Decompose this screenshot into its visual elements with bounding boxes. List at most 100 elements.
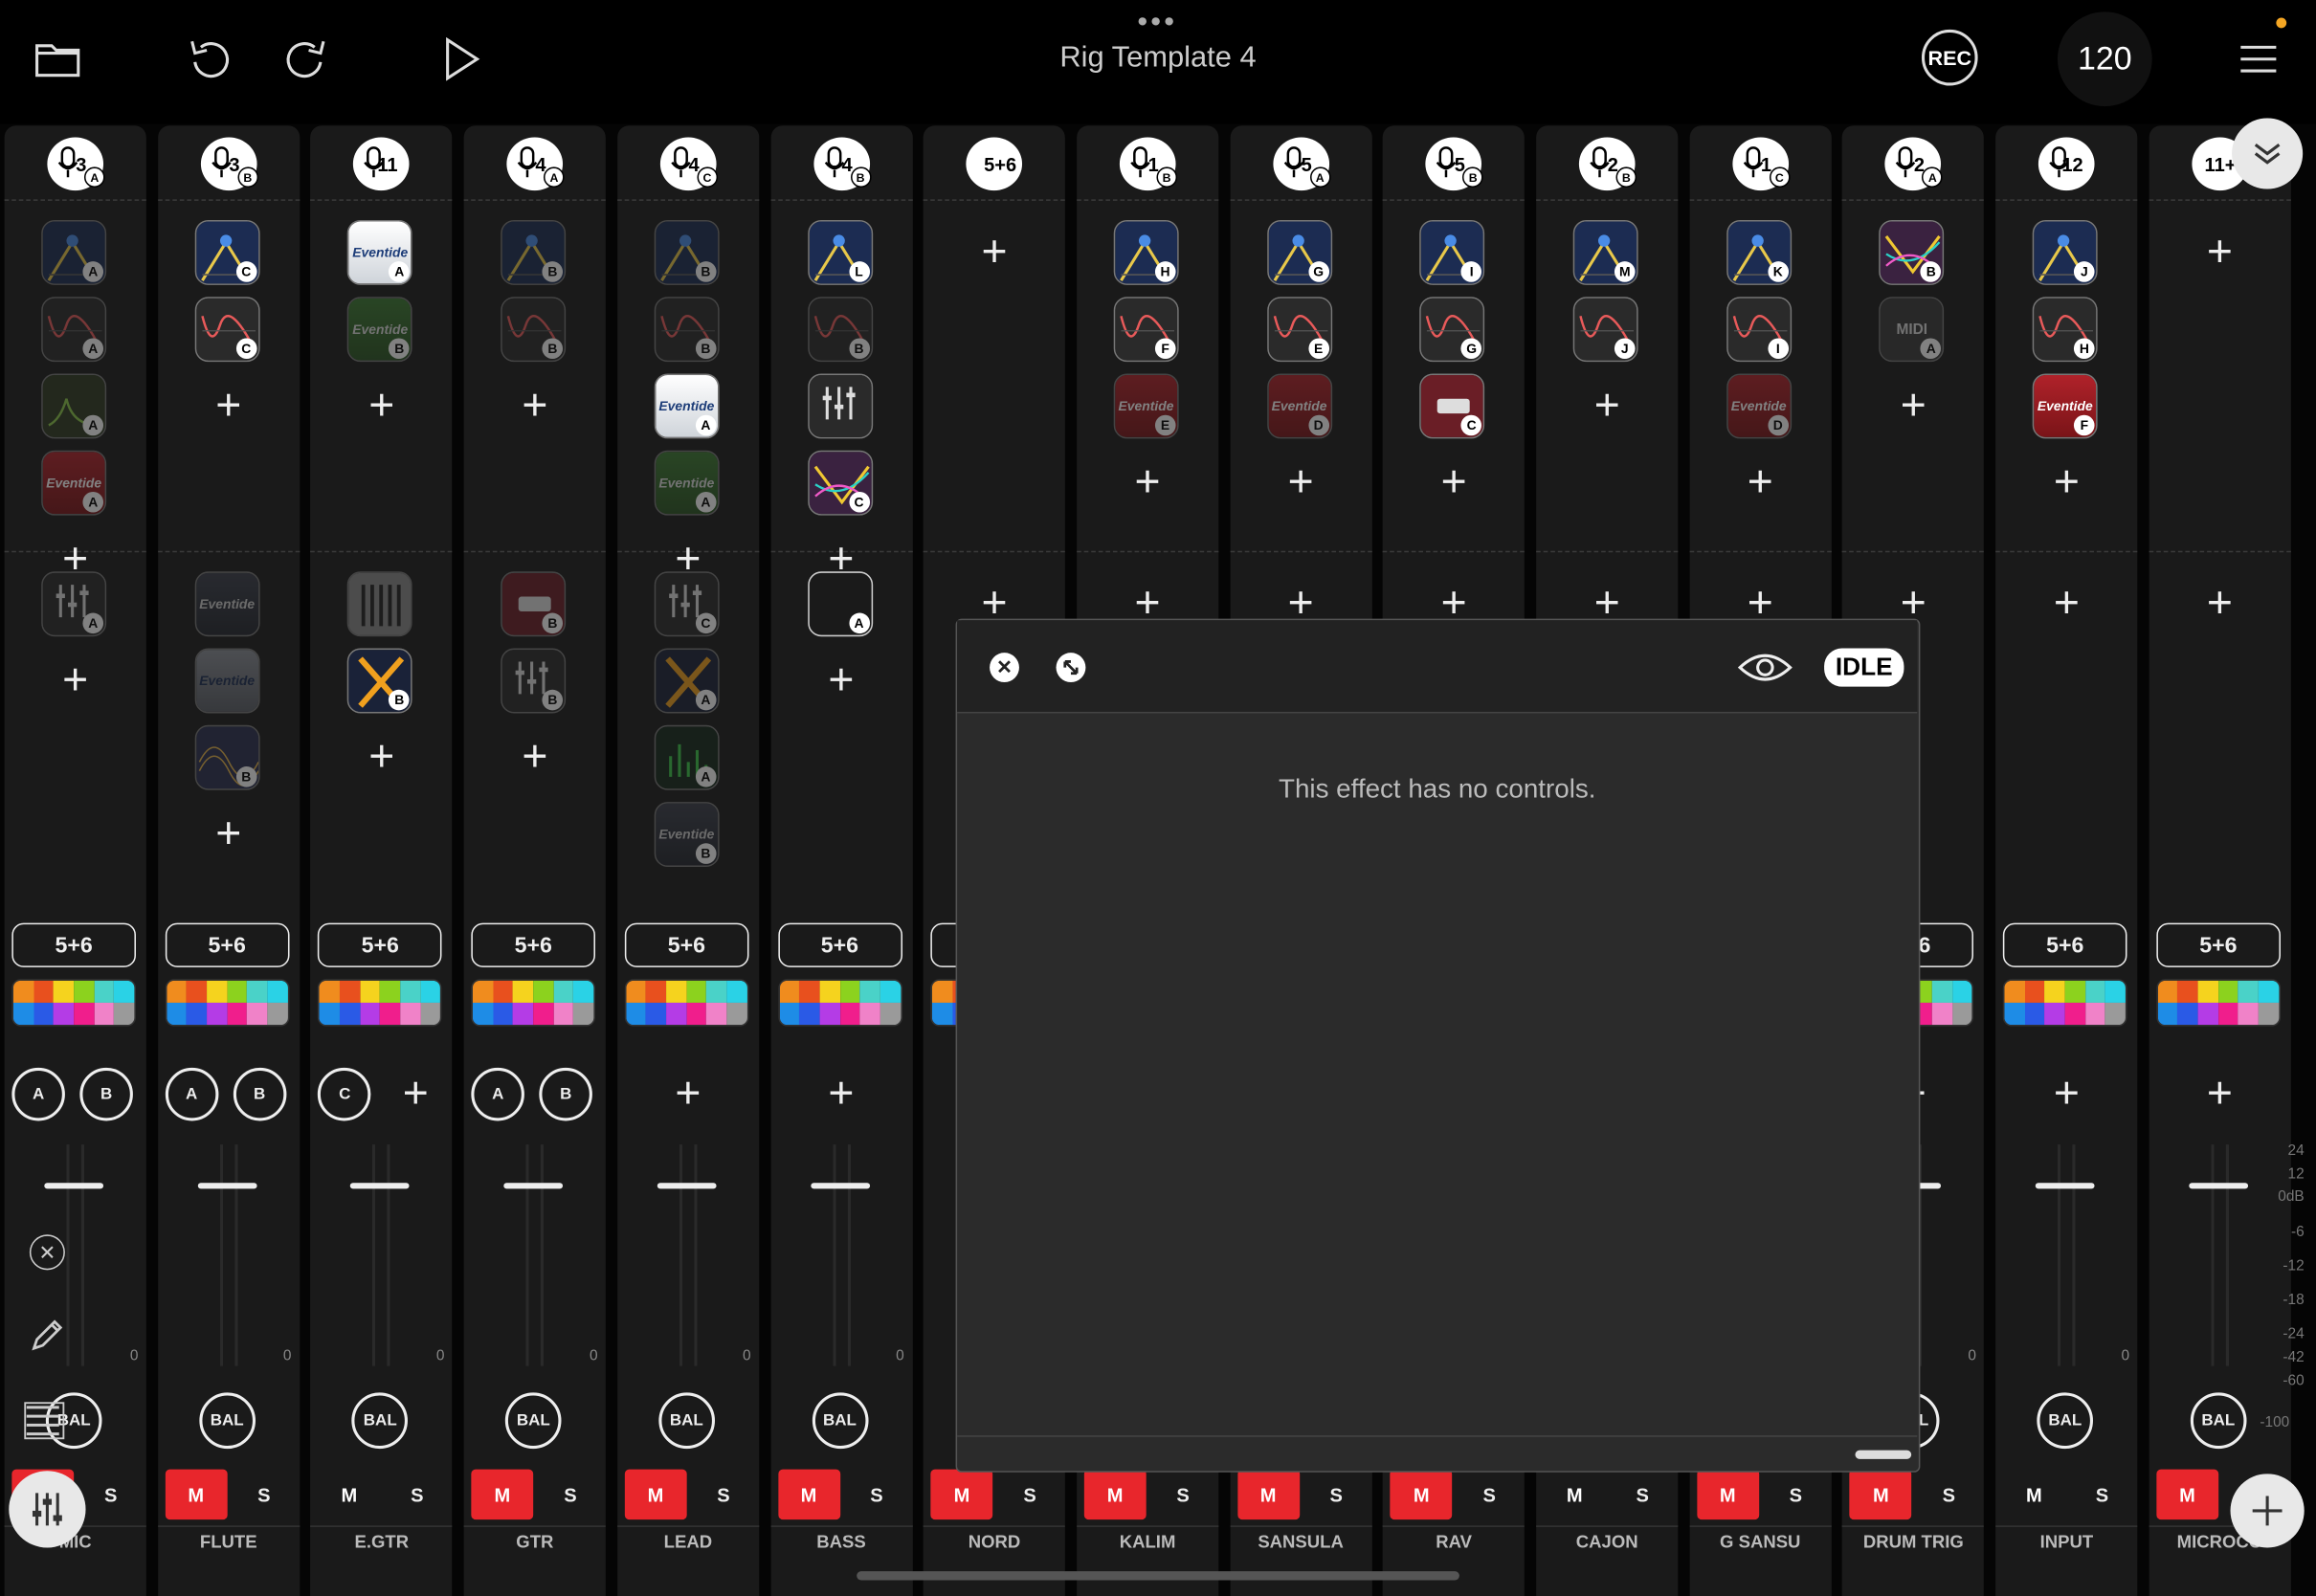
solo-button[interactable]: S: [1770, 1470, 1823, 1519]
input-select-button[interactable]: 1B: [1119, 137, 1177, 191]
solo-button[interactable]: S: [544, 1470, 597, 1519]
fader-handle[interactable]: [2189, 1183, 2248, 1189]
color-swatch[interactable]: [859, 1002, 880, 1026]
color-swatch[interactable]: [54, 980, 75, 1003]
color-palette[interactable]: [165, 979, 290, 1027]
color-swatch[interactable]: [380, 980, 401, 1003]
input-select-button[interactable]: 4B: [813, 137, 871, 191]
plugin-slot-eq[interactable]: H: [1113, 219, 1179, 285]
color-swatch[interactable]: [573, 1002, 594, 1026]
mute-button[interactable]: M: [471, 1469, 534, 1520]
fader-handle[interactable]: [810, 1183, 870, 1189]
add-plugin-button[interactable]: +: [364, 735, 399, 779]
fader-handle[interactable]: [2035, 1183, 2095, 1189]
color-swatch[interactable]: [2259, 980, 2280, 1003]
color-swatch[interactable]: [573, 980, 594, 1003]
fader-handle[interactable]: [657, 1183, 717, 1189]
color-swatch[interactable]: [2238, 1002, 2260, 1026]
channel-name[interactable]: INPUT: [1995, 1525, 2138, 1552]
color-swatch[interactable]: [666, 1002, 687, 1026]
color-swatch[interactable]: [646, 980, 667, 1003]
fader-track[interactable]: [2058, 1144, 2061, 1366]
color-swatch[interactable]: [1931, 1002, 1952, 1026]
color-swatch[interactable]: [686, 1002, 707, 1026]
color-swatch[interactable]: [726, 1002, 747, 1026]
plugin-slot-tonex[interactable]: B: [347, 648, 413, 714]
color-swatch[interactable]: [706, 980, 727, 1003]
plugin-slot-eq[interactable]: I: [1419, 219, 1485, 285]
color-swatch[interactable]: [74, 1002, 95, 1026]
color-swatch[interactable]: [94, 980, 115, 1003]
solo-button[interactable]: S: [1003, 1470, 1057, 1519]
fader-track[interactable]: [2072, 1144, 2076, 1366]
fader-handle[interactable]: [197, 1183, 257, 1189]
solo-button[interactable]: S: [390, 1470, 444, 1519]
color-swatch[interactable]: [1951, 1002, 1973, 1026]
add-plugin-button[interactable]: +: [1590, 384, 1625, 428]
channel-name[interactable]: RAV: [1383, 1525, 1525, 1552]
send-knob[interactable]: B: [539, 1067, 593, 1121]
color-swatch[interactable]: [473, 980, 494, 1003]
input-select-button[interactable]: 4A: [506, 137, 565, 191]
color-swatch[interactable]: [380, 1002, 401, 1026]
solo-button[interactable]: S: [1462, 1470, 1516, 1519]
send-knob[interactable]: A: [11, 1067, 65, 1121]
send-knob[interactable]: B: [233, 1067, 286, 1121]
color-palette[interactable]: [624, 979, 749, 1027]
color-swatch[interactable]: [799, 1002, 820, 1026]
add-channel-button[interactable]: [2230, 1474, 2305, 1548]
color-swatch[interactable]: [513, 1002, 534, 1026]
color-swatch[interactable]: [493, 1002, 514, 1026]
input-select-button[interactable]: 5A: [1272, 137, 1330, 191]
plugin-slot-midi[interactable]: MIDI A: [1879, 297, 1945, 363]
color-swatch[interactable]: [839, 1002, 860, 1026]
color-swatch[interactable]: [880, 980, 901, 1003]
plugin-slot-eq[interactable]: M: [1572, 219, 1638, 285]
color-swatch[interactable]: [420, 980, 441, 1003]
color-swatch[interactable]: [166, 980, 187, 1003]
color-swatch[interactable]: [533, 1002, 554, 1026]
mute-button[interactable]: M: [1544, 1470, 1606, 1519]
color-palette[interactable]: [777, 979, 902, 1027]
plugin-slot-bars[interactable]: [347, 571, 413, 637]
color-swatch[interactable]: [400, 1002, 421, 1026]
tempo-button[interactable]: 120: [2057, 11, 2152, 107]
color-swatch[interactable]: [360, 980, 381, 1003]
plugin-slot-wave[interactable]: B: [194, 724, 260, 790]
color-swatch[interactable]: [2238, 980, 2260, 1003]
color-swatch[interactable]: [319, 980, 341, 1003]
output-route-button[interactable]: 5+6: [624, 922, 749, 967]
color-swatch[interactable]: [207, 980, 228, 1003]
color-swatch[interactable]: [666, 980, 687, 1003]
color-swatch[interactable]: [340, 1002, 361, 1026]
color-palette[interactable]: [471, 979, 596, 1027]
solo-button[interactable]: S: [1615, 1470, 1669, 1519]
color-palette[interactable]: [11, 979, 136, 1027]
add-plugin-button[interactable]: +: [1436, 460, 1472, 504]
mixer-sliders-icon[interactable]: [9, 1471, 86, 1548]
clear-icon[interactable]: ✕: [29, 1234, 65, 1271]
plugin-slot-eventide-white[interactable]: Eventide A: [654, 373, 720, 439]
fader-handle[interactable]: [350, 1183, 411, 1189]
add-plugin-button[interactable]: +: [823, 658, 858, 702]
input-select-button[interactable]: 3A: [47, 137, 105, 191]
send-knob[interactable]: A: [471, 1067, 525, 1121]
fader-track[interactable]: [80, 1144, 84, 1366]
color-swatch[interactable]: [166, 1002, 187, 1026]
plugin-slot-eventide-red[interactable]: Eventide A: [41, 450, 107, 516]
color-swatch[interactable]: [880, 1002, 901, 1026]
input-select-button[interactable]: 2B: [1578, 137, 1637, 191]
color-swatch[interactable]: [779, 1002, 800, 1026]
plugin-slot-eventide-green[interactable]: Eventide A: [654, 450, 720, 516]
output-route-button[interactable]: 5+6: [2156, 922, 2281, 967]
add-plugin-button[interactable]: +: [57, 658, 93, 702]
fader-track[interactable]: [694, 1144, 698, 1366]
add-plugin-button[interactable]: +: [1896, 581, 1931, 625]
color-palette[interactable]: [2002, 979, 2127, 1027]
plugin-slot-eventide-dark[interactable]: Eventide B: [654, 802, 720, 867]
input-select-button[interactable]: 12: [2038, 137, 2095, 191]
add-plugin-button[interactable]: +: [1590, 581, 1625, 625]
plugin-slot-curve[interactable]: B: [654, 297, 720, 363]
color-palette[interactable]: [2156, 979, 2281, 1027]
input-select-button[interactable]: 1C: [1731, 137, 1791, 191]
